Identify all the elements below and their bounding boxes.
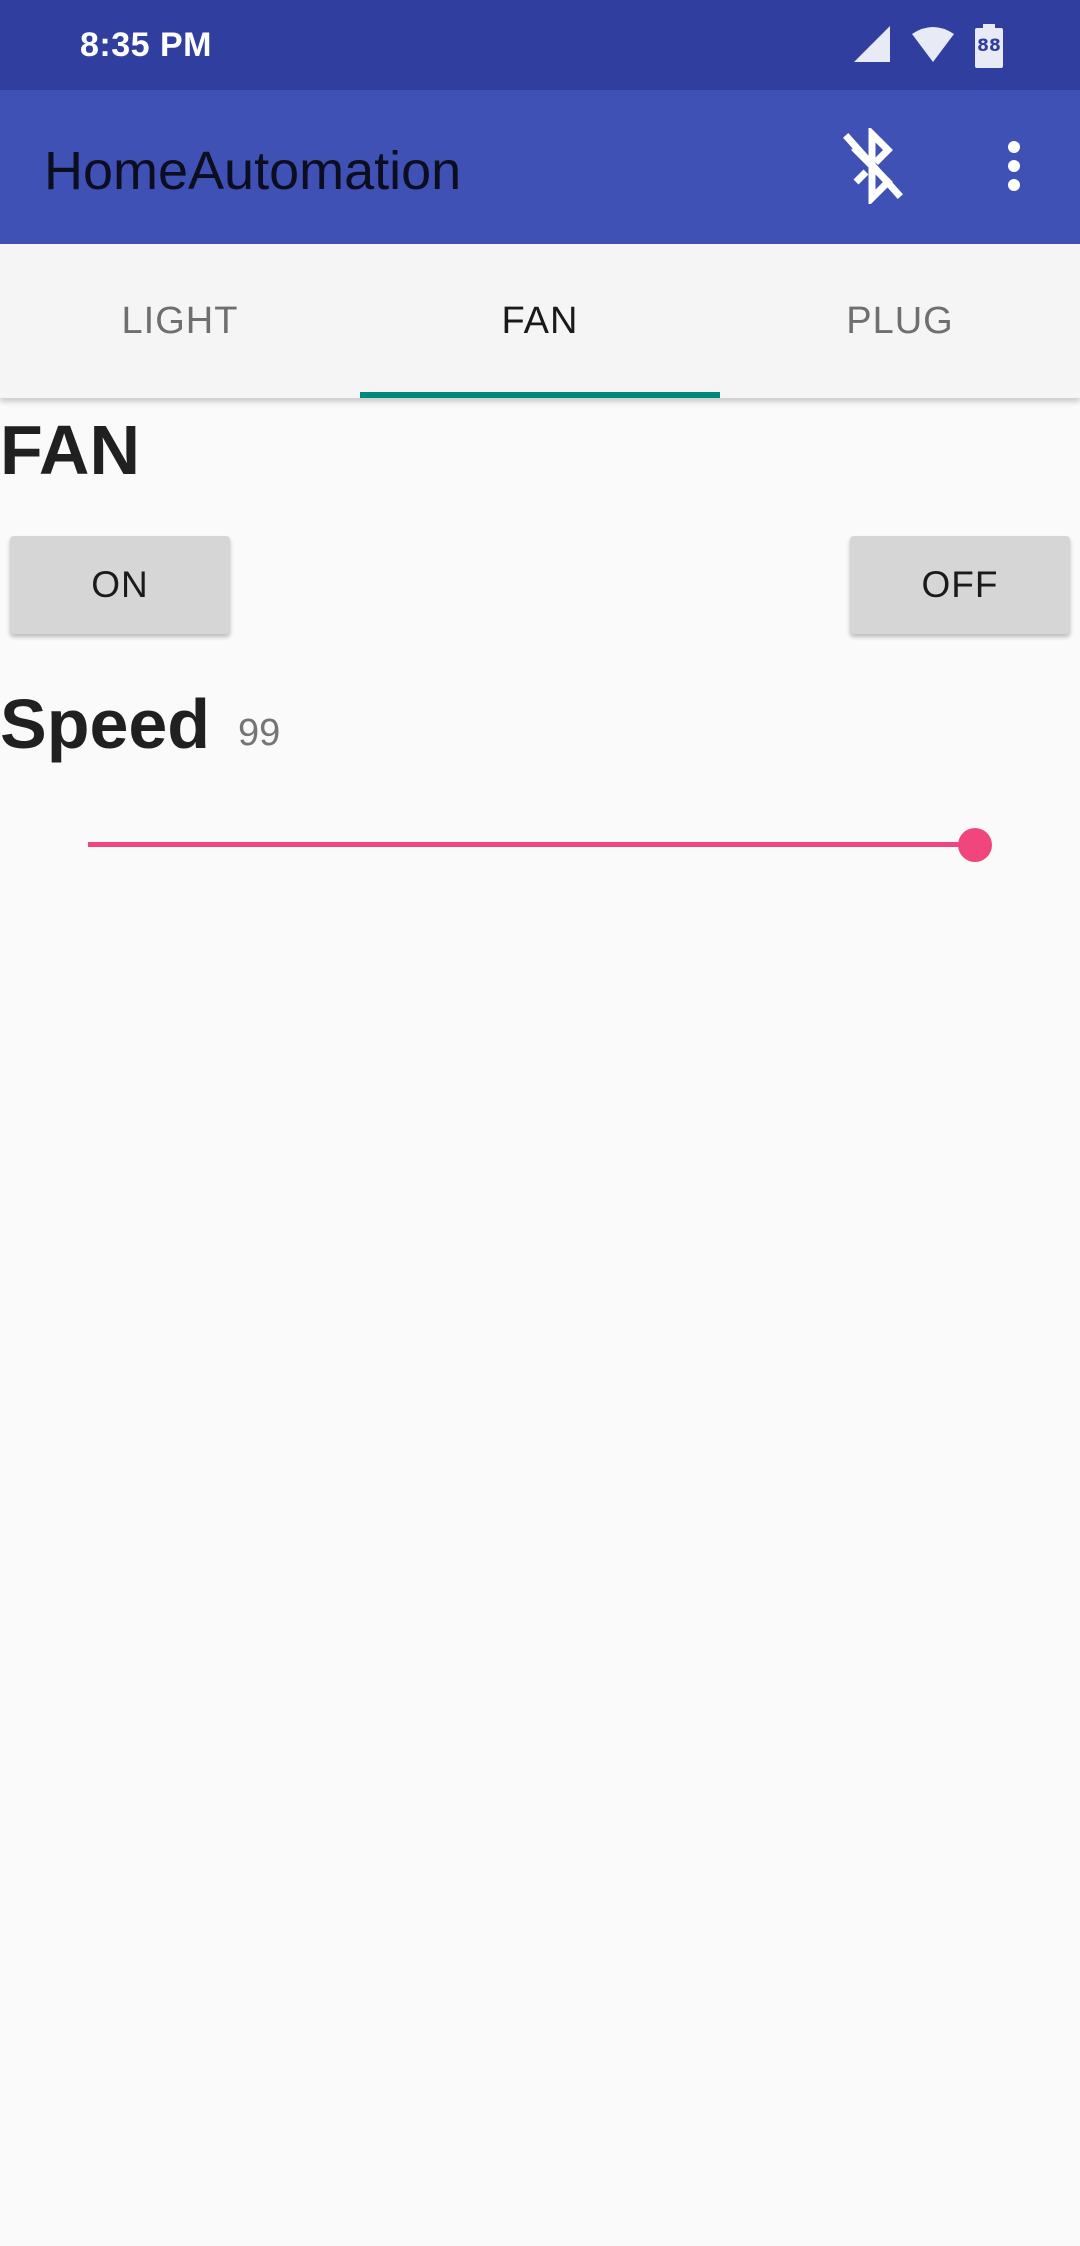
on-button[interactable]: ON [10,536,230,634]
status-time: 8:35 PM [80,26,212,64]
status-icons: 88 [852,22,1004,70]
more-vert-icon [1006,140,1022,196]
tab-label: PLUG [846,299,954,342]
slider-fill [88,842,975,847]
speed-value: 99 [238,712,281,754]
bluetooth-disabled-icon [840,125,904,209]
tab-fan[interactable]: FAN [360,244,720,398]
tab-label: LIGHT [121,299,239,342]
tab-bar: LIGHT FAN PLUG [0,244,1080,398]
speed-slider[interactable] [88,822,992,868]
status-bar: 8:35 PM 88 [0,0,1080,90]
speed-label: Speed [0,685,211,763]
bluetooth-button[interactable] [830,125,914,210]
app-bar: HomeAutomation [0,90,1080,244]
section-title: FAN [0,411,140,489]
app-title: HomeAutomation [44,141,462,201]
screen: 8:35 PM 88 HomeAutomation LIGHT FAN PLUG… [0,0,1080,2246]
tab-indicator [360,392,720,398]
signal-icon [852,24,892,69]
slider-thumb[interactable] [958,828,992,862]
tab-label: FAN [501,299,579,342]
battery-level: 88 [977,36,1001,56]
battery-icon: 88 [974,24,1004,68]
tab-plug[interactable]: PLUG [720,244,1080,398]
overflow-menu-button[interactable] [982,126,1046,210]
wifi-icon [910,24,956,69]
tab-light[interactable]: LIGHT [0,244,360,398]
off-button[interactable]: OFF [850,536,1070,634]
